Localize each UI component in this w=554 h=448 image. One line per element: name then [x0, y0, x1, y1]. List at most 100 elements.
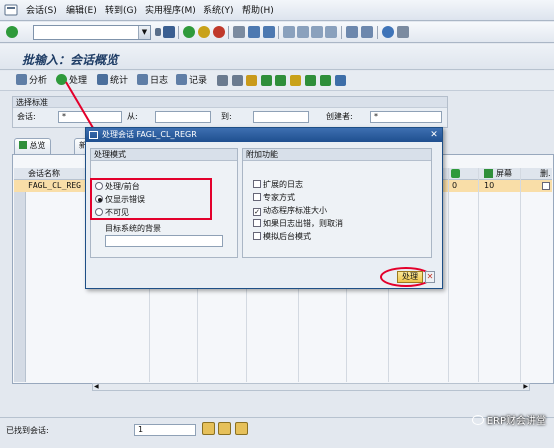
target-system-field[interactable]	[105, 235, 223, 247]
analyze-icon	[16, 74, 27, 85]
default-screen-size-label: 动态程序标准大小	[263, 206, 327, 215]
help-icon[interactable]	[382, 26, 394, 38]
command-field[interactable]: ▼	[33, 25, 151, 40]
row-delete-checkbox[interactable]	[542, 182, 550, 190]
log-button[interactable]: 日志	[137, 74, 168, 88]
option-default-screen-size[interactable]: ✓ 动态程序标准大小	[253, 205, 327, 217]
watermark-text: ERP财会讲堂	[486, 416, 546, 427]
tab-overview[interactable]: 总览	[14, 138, 51, 154]
previous-page-icon[interactable]	[297, 26, 309, 38]
filter-icon[interactable]	[261, 75, 272, 86]
status-column-icon[interactable]	[451, 169, 460, 178]
watermark: ERP财会讲堂	[471, 412, 546, 427]
select-all-icon[interactable]	[335, 75, 346, 86]
save-icon[interactable]	[163, 26, 175, 38]
mode-highlight-box	[90, 178, 212, 220]
expand-icon[interactable]	[155, 28, 161, 36]
menu-session[interactable]: 会话(S)	[26, 4, 57, 18]
cancel-on-error-label: 如果日志出错，则取消	[263, 219, 343, 228]
menu-goto[interactable]: 转到(G)	[105, 4, 137, 18]
row-screens: 10	[484, 181, 495, 190]
list-icon[interactable]	[235, 422, 248, 435]
overview-icon	[19, 141, 27, 149]
scroll-left-icon[interactable]: ◀	[94, 384, 99, 390]
grid-column-divider	[478, 168, 479, 382]
record-icon	[176, 74, 187, 85]
next-page-icon[interactable]	[311, 26, 323, 38]
menu-utilities[interactable]: 实用程序(M)	[145, 4, 196, 18]
option-cancel-on-error[interactable]: 如果日志出错，则取消	[253, 218, 343, 230]
chevron-down-icon[interactable]: ▼	[138, 26, 150, 39]
dialog-window-icon	[89, 131, 98, 139]
column-session-name[interactable]: 会话名称	[28, 168, 60, 180]
find-next-icon[interactable]	[263, 26, 275, 38]
cancel-on-error-checkbox[interactable]	[253, 219, 261, 227]
tab-overview-label: 总览	[29, 141, 46, 150]
record-button[interactable]: 记录	[176, 74, 207, 88]
option-simulate-background[interactable]: 模拟后台模式	[253, 231, 311, 243]
find-icon[interactable]	[248, 26, 260, 38]
sessions-found-field: 1	[134, 424, 196, 436]
additional-functions-group: 附加功能 扩展的日志 专家方式 ✓ 动态程序标准大小 如果日志出错，则取消 模拟后…	[242, 148, 432, 258]
shortcut-icon[interactable]	[361, 26, 373, 38]
separator	[278, 26, 279, 39]
extended-log-checkbox[interactable]	[253, 180, 261, 188]
menu-bar: 会话(S) 编辑(E) 转到(G) 实用程序(M) 系统(Y) 帮助(H)	[0, 0, 554, 21]
title-bar: 批输入：会话概览	[0, 44, 554, 70]
lock-icon[interactable]	[232, 75, 243, 86]
menu-edit[interactable]: 编辑(E)	[66, 4, 97, 18]
wechat-icon	[471, 415, 484, 425]
refresh-icon[interactable]	[218, 422, 231, 435]
customize-layout-icon[interactable]	[397, 26, 409, 38]
extended-log-label: 扩展的日志	[263, 180, 303, 189]
enter-icon[interactable]	[6, 26, 18, 38]
creator-field[interactable]: *	[370, 111, 442, 123]
last-page-icon[interactable]	[325, 26, 337, 38]
details-icon[interactable]	[202, 422, 215, 435]
creator-label: 创建者:	[326, 112, 353, 121]
import-icon[interactable]	[320, 75, 331, 86]
cancel-button[interactable]: ✕	[425, 271, 435, 283]
cancel-icon[interactable]	[213, 26, 225, 38]
session-label: 会话:	[17, 112, 36, 121]
option-expert-mode[interactable]: 专家方式	[253, 192, 295, 204]
close-icon[interactable]: ✕	[429, 130, 439, 140]
to-date-field[interactable]	[253, 111, 309, 123]
process-session-dialog: 处理会话 FAGL_CL_REGR ✕ 处理模式 处理/前台 仅显示错误 不可见…	[85, 127, 443, 289]
option-extended-log[interactable]: 扩展的日志	[253, 179, 303, 191]
column-screens[interactable]: 屏幕	[496, 168, 512, 180]
new-session-icon[interactable]	[346, 26, 358, 38]
first-page-icon[interactable]	[283, 26, 295, 38]
from-label: 从:	[127, 112, 138, 121]
export-icon[interactable]	[305, 75, 316, 86]
horizontal-scrollbar[interactable]: ◀ ▶	[92, 383, 530, 391]
sap-menu-icon[interactable]	[4, 3, 18, 17]
unlock-icon[interactable]	[246, 75, 257, 86]
sessions-found-label: 已找到会话:	[6, 426, 49, 435]
dialog-title-text: 处理会话 FAGL_CL_REGR	[102, 130, 197, 139]
menu-help[interactable]: 帮助(H)	[242, 4, 274, 18]
analyze-button[interactable]: 分析	[16, 74, 47, 88]
row-selector-column[interactable]	[14, 168, 26, 382]
back-icon[interactable]	[183, 26, 195, 38]
row-count: 0	[452, 181, 458, 190]
simulate-background-checkbox[interactable]	[253, 232, 261, 240]
delete-icon[interactable]	[217, 75, 228, 86]
scroll-right-icon[interactable]: ▶	[523, 384, 528, 390]
menu-system[interactable]: 系统(Y)	[203, 4, 234, 18]
column-delete[interactable]: 删.	[540, 168, 551, 180]
separator	[341, 26, 342, 39]
sort-icon[interactable]	[290, 75, 301, 86]
filter-alt-icon[interactable]	[275, 75, 286, 86]
grid-column-divider	[448, 168, 449, 382]
expert-mode-checkbox[interactable]	[253, 193, 261, 201]
separator	[178, 26, 179, 39]
from-date-field[interactable]	[155, 111, 211, 123]
exit-icon[interactable]	[198, 26, 210, 38]
default-screen-size-checkbox[interactable]: ✓	[253, 208, 261, 216]
row-session-name: FAGL_CL_REG	[28, 181, 81, 190]
print-icon[interactable]	[233, 26, 245, 38]
process-button[interactable]: 处理	[397, 271, 423, 283]
expert-mode-label: 专家方式	[263, 193, 295, 202]
record-label: 记录	[189, 76, 208, 86]
